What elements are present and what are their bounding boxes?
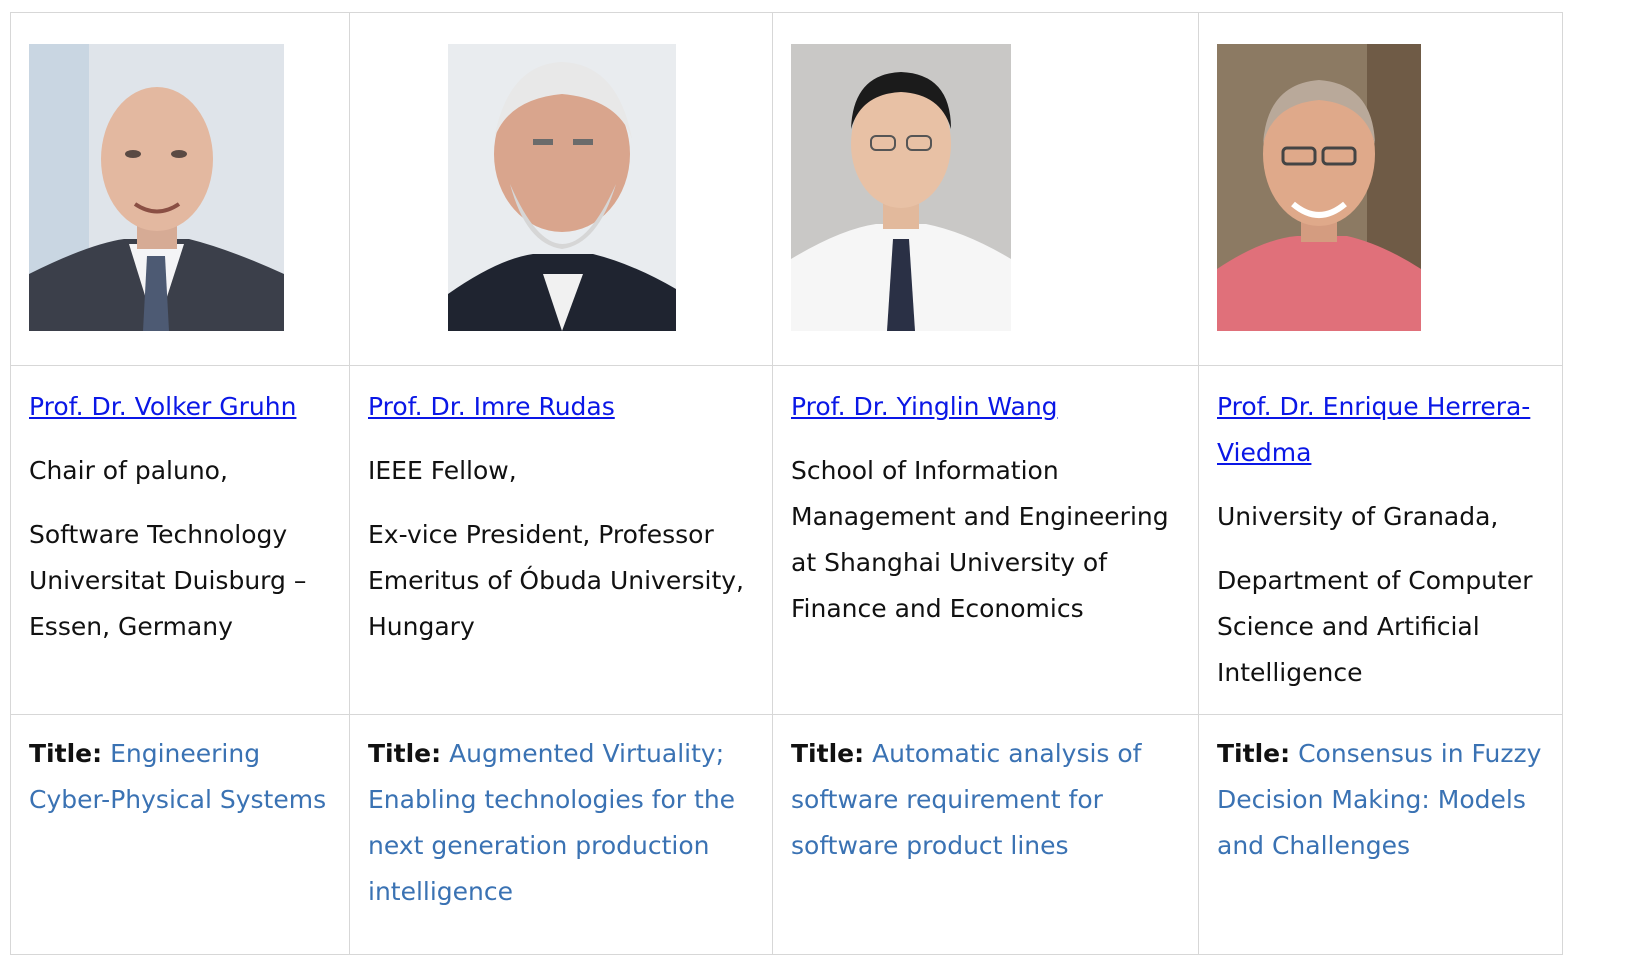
title-label: Title: — [1217, 739, 1291, 768]
speaker-affiliation: School of Information Management and Eng… — [791, 456, 1169, 623]
photo-row — [10, 12, 1563, 366]
title-cell-herrera: Title: Consensus in Fuzzy Decision Makin… — [1198, 714, 1563, 955]
title-label: Title: — [29, 739, 103, 768]
speaker-photo-gruhn — [29, 44, 284, 331]
speaker-photo-wang — [791, 44, 1011, 331]
speaker-photo-herrera — [1217, 44, 1421, 331]
photo-cell-gruhn — [10, 12, 350, 366]
speaker-name-link-gruhn[interactable]: Prof. Dr. Volker Gruhn — [29, 384, 331, 430]
info-cell-gruhn: Prof. Dr. Volker Gruhn Chair of paluno, … — [10, 365, 350, 715]
speaker-name-link-wang[interactable]: Prof. Dr. Yinglin Wang — [791, 384, 1180, 430]
speaker-affiliation: Department of Computer Science and Artif… — [1217, 566, 1533, 687]
title-cell-rudas: Title: Augmented Virtuality; Enabling te… — [349, 714, 773, 955]
keynote-speakers-table: Prof. Dr. Volker Gruhn Chair of paluno, … — [10, 12, 1563, 955]
title-cell-gruhn: Title: Engineering Cyber-Physical System… — [10, 714, 350, 955]
talk-title-row: Title: Engineering Cyber-Physical System… — [10, 714, 1563, 955]
speaker-affiliation: Chair of paluno, — [29, 456, 228, 485]
info-cell-rudas: Prof. Dr. Imre Rudas IEEE Fellow, Ex-vic… — [349, 365, 773, 715]
info-cell-wang: Prof. Dr. Yinglin Wang School of Informa… — [772, 365, 1199, 715]
speaker-affiliation: IEEE Fellow, — [368, 456, 517, 485]
title-cell-wang: Title: Automatic analysis of software re… — [772, 714, 1199, 955]
speaker-name-link-rudas[interactable]: Prof. Dr. Imre Rudas — [368, 384, 754, 430]
info-row: Prof. Dr. Volker Gruhn Chair of paluno, … — [10, 365, 1563, 715]
photo-cell-wang — [772, 12, 1199, 366]
speaker-affiliation: Software Technology Universitat Duisburg… — [29, 520, 307, 641]
speaker-photo-rudas — [448, 44, 676, 331]
title-label: Title: — [791, 739, 865, 768]
speaker-name-link-herrera[interactable]: Prof. Dr. Enrique Herrera-Viedma — [1217, 384, 1544, 476]
info-cell-herrera: Prof. Dr. Enrique Herrera-Viedma Univers… — [1198, 365, 1563, 715]
photo-cell-rudas — [349, 12, 773, 366]
photo-cell-herrera — [1198, 12, 1563, 366]
speaker-affiliation: Ex-vice President, Professor Emeritus of… — [368, 520, 745, 641]
title-label: Title: — [368, 739, 442, 768]
speaker-affiliation: University of Granada, — [1217, 502, 1499, 531]
